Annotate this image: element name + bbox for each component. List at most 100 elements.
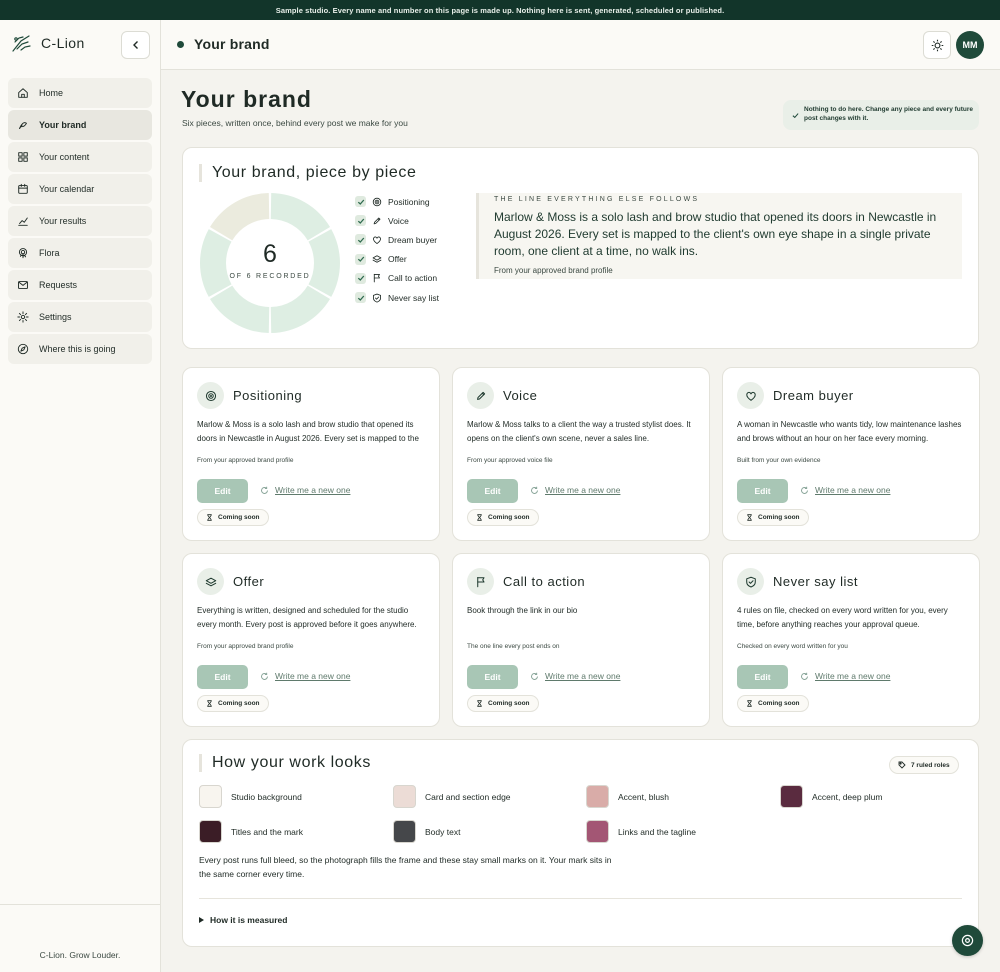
refresh-icon xyxy=(801,672,808,680)
pen-icon xyxy=(373,217,381,225)
page-subtitle: Six pieces, written once, behind every p… xyxy=(182,118,408,128)
brand-icon xyxy=(19,122,27,129)
sidebar-item-home[interactable]: Home xyxy=(8,78,152,108)
user-avatar[interactable]: MM xyxy=(956,31,984,59)
notice-banner: Nothing to do here. Change any piece and… xyxy=(783,100,979,130)
checklist-item: Never say list xyxy=(355,288,439,307)
checked-box xyxy=(355,234,366,246)
write-new-label: Write me a new one xyxy=(815,671,891,681)
piece-source: Checked on every word written for you xyxy=(737,643,848,650)
donut-segment xyxy=(270,285,330,333)
write-new-link[interactable]: Write me a new one xyxy=(260,485,350,495)
coming-soon-label: Coming soon xyxy=(758,700,800,707)
shield-icon xyxy=(745,576,756,587)
target-icon xyxy=(372,197,382,206)
piece-body: Book through the link in our bio xyxy=(467,606,578,615)
divider xyxy=(199,898,962,899)
look-note: Every post runs full bleed, so the photo… xyxy=(199,855,612,879)
settings-icon xyxy=(17,311,29,323)
sidebar-item-where-this-is-going[interactable]: Where this is going xyxy=(8,334,152,364)
notice-text: Nothing to do here. Change any piece and… xyxy=(804,106,974,122)
coming-soon-badge: Coming soon xyxy=(737,509,809,526)
piece-source: The one line every post ends on xyxy=(467,643,560,650)
color-chip xyxy=(780,785,803,808)
write-new-link[interactable]: Write me a new one xyxy=(530,485,620,495)
checked-box xyxy=(355,253,366,265)
refresh-icon xyxy=(531,486,538,494)
sidebar-item-label: Settings xyxy=(39,312,72,322)
piece-card-call-to-action: Call to action Book through the link in o… xyxy=(452,553,710,727)
heart-icon xyxy=(745,391,756,401)
write-new-label: Write me a new one xyxy=(275,485,351,495)
sidebar-item-your-calendar[interactable]: Your calendar xyxy=(8,174,152,204)
help-button[interactable] xyxy=(952,925,983,956)
checklist-item: Positioning xyxy=(355,192,439,211)
refresh-icon xyxy=(261,486,268,494)
edit-button[interactable]: Edit xyxy=(737,479,788,503)
compass-icon xyxy=(17,343,29,355)
swatch-label: Body text xyxy=(425,826,461,837)
edit-button[interactable]: Edit xyxy=(467,479,518,503)
coming-soon-badge: Coming soon xyxy=(197,509,269,526)
write-new-link[interactable]: Write me a new one xyxy=(800,485,890,495)
write-new-link[interactable]: Write me a new one xyxy=(530,671,620,681)
roles-count: 7 ruled roles xyxy=(911,761,950,769)
sidebar-item-your-content[interactable]: Your content xyxy=(8,142,152,172)
checklist-item: Dream buyer xyxy=(355,230,439,249)
calendar-icon xyxy=(18,183,28,194)
app-brand[interactable]: C-Lion xyxy=(10,32,85,54)
swatch-label: Accent, blush xyxy=(618,791,670,802)
quote-kicker: THE LINE EVERYTHING ELSE FOLLOWS xyxy=(494,196,700,203)
how-measured-toggle[interactable]: How it is measured xyxy=(199,915,287,925)
brand-overview-card: Your brand, piece by piece 6 OF 6 RECORD… xyxy=(182,147,979,349)
color-swatch: Accent, blush xyxy=(586,785,669,808)
piece-card-voice: Voice Marlow & Moss talks to a client the… xyxy=(452,367,710,541)
sidebar-item-settings[interactable]: Settings xyxy=(8,302,152,332)
sidebar: C-Lion Home Your brand Your content Your ca… xyxy=(0,20,161,972)
sidebar-item-flora[interactable]: Flora xyxy=(8,238,152,268)
edit-button[interactable]: Edit xyxy=(197,479,248,503)
sidebar-item-label: Your results xyxy=(39,216,87,226)
color-chip xyxy=(586,820,609,843)
piece-icon-badge xyxy=(467,568,494,595)
look-heading: How your work looks xyxy=(199,754,371,772)
check-icon xyxy=(792,112,799,118)
piece-checklist: Positioning Voice Dream buyer Offer Call to … xyxy=(355,192,439,307)
coming-soon-badge: Coming soon xyxy=(467,509,539,526)
write-new-label: Write me a new one xyxy=(545,485,621,495)
write-new-link[interactable]: Write me a new one xyxy=(260,671,350,681)
roles-badge: 7 ruled roles xyxy=(889,756,959,774)
hourglass-icon xyxy=(747,514,752,521)
coming-soon-badge: Coming soon xyxy=(467,695,539,712)
edit-button[interactable]: Edit xyxy=(467,665,518,689)
sidebar-item-label: Requests xyxy=(39,280,78,290)
write-new-label: Write me a new one xyxy=(275,671,351,681)
mail-icon xyxy=(18,281,28,289)
sidebar-item-your-brand[interactable]: Your brand xyxy=(8,110,152,140)
app-tagline: C-Lion. Grow Louder. xyxy=(39,950,121,960)
piece-source: From your approved brand profile xyxy=(197,643,294,650)
piece-body: Everything is written, designed and sche… xyxy=(197,606,417,629)
edit-button[interactable]: Edit xyxy=(197,665,248,689)
sidebar-item-your-results[interactable]: Your results xyxy=(8,206,152,236)
check-icon xyxy=(357,218,364,224)
collapse-sidebar-button[interactable] xyxy=(121,31,150,59)
sidebar-nav: Home Your brand Your content Your calendar Y… xyxy=(8,78,152,366)
checklist-label: Never say list xyxy=(388,292,440,303)
piece-card-offer: Offer Everything is written, designed and… xyxy=(182,553,440,727)
piece-name: Dream buyer xyxy=(773,388,854,403)
quote-text: Marlow & Moss is a solo lash and brow st… xyxy=(494,210,937,258)
sidebar-item-requests[interactable]: Requests xyxy=(8,270,152,300)
sidebar-item-label: Flora xyxy=(39,248,60,258)
check-icon xyxy=(357,295,364,301)
edit-button[interactable]: Edit xyxy=(737,665,788,689)
sidebar-item-label: Where this is going xyxy=(39,344,116,354)
piece-card-dream-buyer: Dream buyer A woman in Newcastle who want… xyxy=(722,367,980,541)
topbar: Your brand MM xyxy=(161,20,1000,70)
heart-icon xyxy=(373,236,381,244)
coming-soon-label: Coming soon xyxy=(218,700,260,707)
theme-toggle-button[interactable] xyxy=(923,31,951,59)
sidebar-footer: C-Lion. Grow Louder. xyxy=(0,904,160,972)
swatch-label: Studio background xyxy=(231,791,302,802)
write-new-link[interactable]: Write me a new one xyxy=(800,671,890,681)
